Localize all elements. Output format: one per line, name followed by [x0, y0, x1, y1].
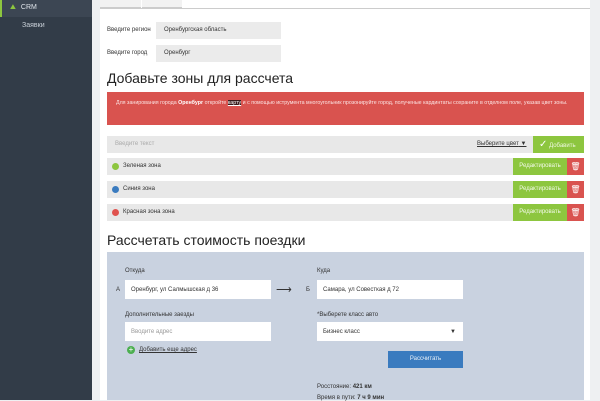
add-zone-button[interactable]: ✓ Добавить	[533, 136, 584, 153]
from-label: Откуда	[125, 268, 145, 274]
zone-name: Зеленая зона	[123, 163, 161, 169]
zone-add-row: Введите текст Выберите цвет ▼ ✓ Добавить	[107, 136, 584, 153]
calculate-button[interactable]: Рассчитать	[388, 351, 463, 368]
zone-name: Синия зона	[123, 186, 155, 192]
zone-item: Синия зона Редактировать 🗑	[107, 181, 584, 198]
arrow-right-icon: ⟶	[276, 284, 292, 296]
from-marker: А	[116, 287, 121, 293]
car-class-select[interactable]: Бизнес класс ▼	[317, 322, 463, 341]
region-label: Введите регион	[107, 27, 151, 33]
edit-zone-button[interactable]: Редактировать	[513, 158, 567, 175]
zone-color-dot	[112, 163, 119, 170]
city-label: Введите город	[107, 50, 148, 56]
color-select[interactable]: Выберите цвет ▼	[477, 141, 526, 147]
delete-icon[interactable]: 🗑	[567, 181, 584, 198]
delete-icon[interactable]: 🗑	[567, 158, 584, 175]
add-address-link[interactable]: Добавить еще адрес	[139, 347, 197, 353]
extra-stop-input[interactable]: Вводите адрес	[125, 322, 271, 341]
region-input[interactable]: Оренбургская область	[156, 22, 281, 39]
crm-logo-icon: ⛰	[10, 4, 16, 11]
sidebar: ⛰ CRM Заявки	[0, 0, 92, 400]
city-input[interactable]: Оренбург	[156, 45, 281, 62]
caret-down-icon: ▼	[450, 329, 456, 335]
delete-icon[interactable]: 🗑	[567, 204, 584, 221]
trip-title: Рассчетать стоимость поездки	[107, 232, 306, 248]
edit-zone-button[interactable]: Редактировать	[513, 204, 567, 221]
from-input[interactable]: Оренбург, ул Салмышская д 36	[125, 280, 271, 299]
zones-alert: Для занирования города Оренбург откройте…	[107, 92, 584, 125]
sidebar-item-crm[interactable]: ⛰ CRM	[0, 0, 92, 17]
sidebar-item-requests[interactable]: Заявки	[22, 22, 45, 29]
to-label: Куда	[317, 268, 331, 274]
to-input[interactable]: Самара, ул Совесткая д 72	[317, 280, 463, 299]
zone-item: Зеленая зона Редактировать 🗑	[107, 158, 584, 175]
plus-circle-icon[interactable]: +	[127, 346, 135, 354]
zone-name-input[interactable]: Введите текст	[115, 141, 154, 147]
sidebar-item-label: CRM	[20, 4, 37, 11]
tab-divider	[100, 8, 590, 9]
distance-result: Росстояние: 421 км	[317, 384, 372, 390]
zone-item: Красная зона зона Редактировать 🗑	[107, 204, 584, 221]
to-marker: Б	[306, 287, 310, 293]
extra-stops-label: Дополнительные заезды	[125, 312, 194, 318]
edit-zone-button[interactable]: Редактировать	[513, 181, 567, 198]
tab-3-active[interactable]	[183, 0, 228, 8]
tab-1[interactable]	[100, 0, 141, 8]
caret-down-icon: ▼	[520, 141, 527, 147]
zone-color-dot	[112, 186, 119, 193]
tab-2[interactable]	[142, 0, 182, 8]
check-icon: ✓	[539, 139, 548, 150]
map-link[interactable]: карту	[227, 100, 242, 106]
zone-name: Красная зона зона	[123, 209, 175, 215]
time-result: Время в пути: 7 ч 9 мин	[317, 395, 385, 401]
car-class-label: *Выберете класс авто	[317, 312, 379, 318]
zone-color-dot	[112, 209, 119, 216]
zones-title: Добавьте зоны для рассчета	[107, 70, 294, 86]
